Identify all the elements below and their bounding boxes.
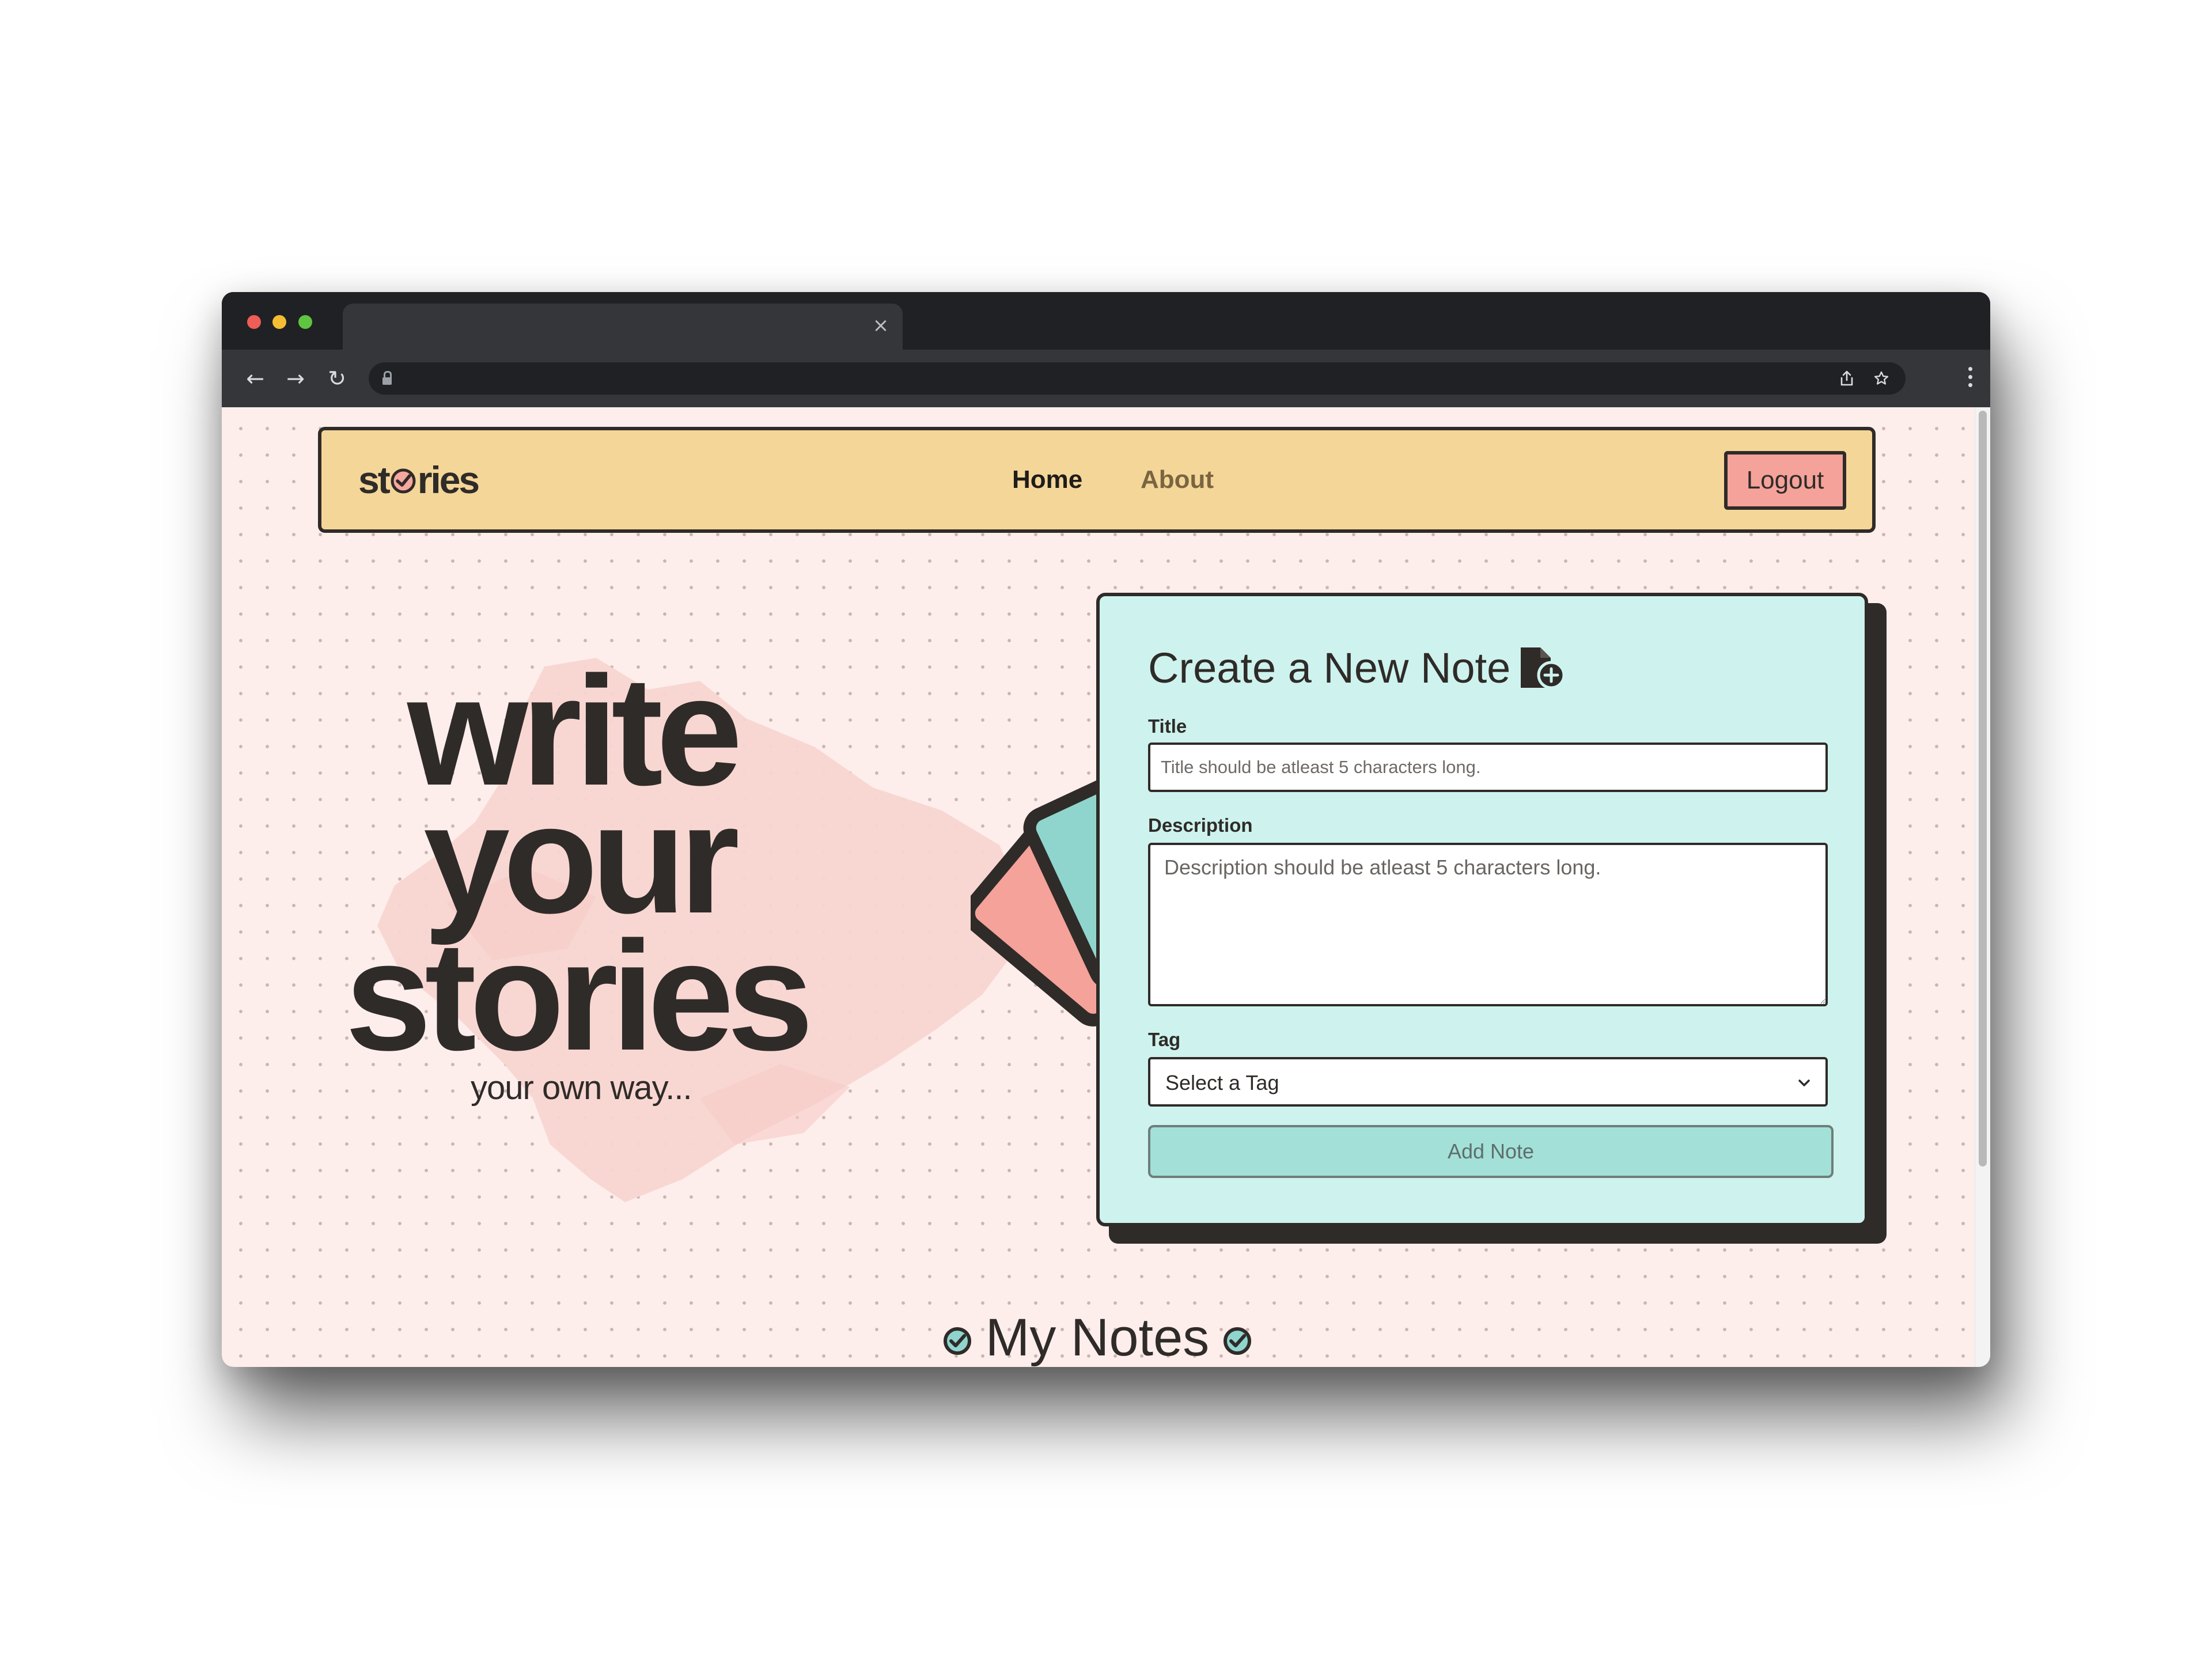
back-icon[interactable]: ←	[241, 365, 269, 392]
browser-toolbar: ← → ↻	[222, 350, 1990, 407]
brand-check-icon	[391, 468, 416, 494]
star-icon[interactable]	[1870, 367, 1893, 390]
tag-select[interactable]: Select a Tag	[1148, 1057, 1828, 1107]
forward-icon[interactable]: →	[282, 365, 309, 392]
scrollbar-thumb[interactable]	[1979, 411, 1987, 1166]
nav-link-about[interactable]: About	[1141, 464, 1214, 496]
hero-subtitle: your own way...	[471, 1069, 692, 1107]
menu-icon[interactable]	[1967, 367, 1973, 390]
tag-label: Tag	[1148, 1029, 1181, 1050]
address-bar[interactable]	[369, 362, 1906, 395]
tag-select-value: Select a Tag	[1165, 1071, 1279, 1094]
title-label: Title	[1148, 715, 1187, 737]
brand-prefix: st	[358, 459, 391, 501]
my-notes-title: My Notes	[985, 1308, 1210, 1367]
lock-icon	[382, 371, 392, 386]
add-note-button[interactable]: Add Note	[1148, 1125, 1834, 1178]
check-circle-icon	[943, 1327, 971, 1355]
share-icon[interactable]	[1835, 367, 1858, 390]
description-label: Description	[1148, 815, 1253, 836]
create-note-heading: Create a New Note	[1148, 644, 1511, 692]
title-input[interactable]	[1148, 743, 1828, 792]
brand-suffix: ries	[417, 459, 480, 501]
window-maximize-dot[interactable]	[298, 315, 312, 329]
logout-button[interactable]: Logout	[1724, 451, 1846, 510]
nav-link-home[interactable]: Home	[1012, 464, 1082, 496]
browser-tab[interactable]: ×	[343, 304, 903, 350]
page-viewport: st ries Home About Logout write your sto…	[222, 407, 1990, 1367]
chevron-down-icon	[1798, 1080, 1810, 1086]
page-scrollbar[interactable]	[1975, 407, 1990, 1367]
site-navbar: st ries Home About Logout	[318, 427, 1876, 533]
window-minimize-dot[interactable]	[272, 315, 286, 329]
tab-close-icon[interactable]: ×	[869, 314, 892, 337]
window-close-dot[interactable]	[247, 315, 261, 329]
file-add-icon	[1521, 647, 1566, 690]
my-notes-heading: My Notes	[936, 1306, 1259, 1367]
brand-logo[interactable]: st ries	[358, 459, 480, 501]
reload-icon[interactable]: ↻	[323, 365, 351, 392]
check-circle-icon	[1224, 1327, 1252, 1355]
browser-titlebar: ×	[222, 292, 1990, 350]
description-textarea[interactable]	[1148, 843, 1828, 1006]
browser-window: × ← → ↻ st ries Home About Logout write …	[222, 292, 1990, 1367]
create-note-card: Create a New Note Title Description Tag …	[1096, 593, 1868, 1226]
hero-line-stories: stories	[345, 910, 813, 1083]
